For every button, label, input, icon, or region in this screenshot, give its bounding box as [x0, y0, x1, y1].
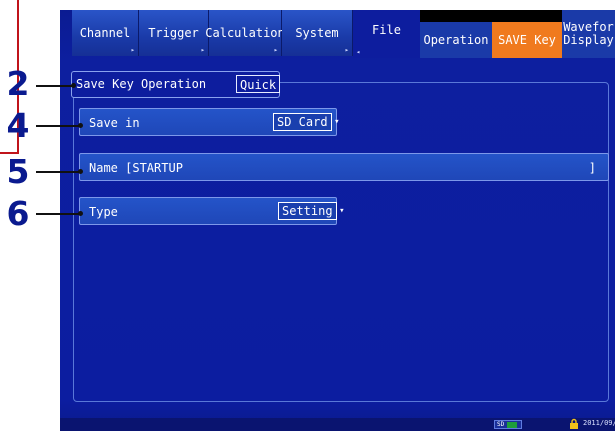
group-title: Save Key Operation [76, 77, 207, 91]
callout-number-6: 6 [6, 194, 30, 233]
subtab-waveform-display[interactable]: Wavefor Display [562, 10, 615, 58]
type-value: Setting [282, 204, 333, 218]
submenu-arrow-icon: ▸ [273, 46, 278, 54]
tab-channel-label: Channel [79, 26, 131, 40]
usb-icon [507, 422, 517, 428]
submenu-arrow-icon: ▸ [344, 46, 349, 54]
dropdown-arrow-icon: ▾ [334, 117, 340, 127]
save-in-label: Save in [89, 116, 140, 130]
tab-system[interactable]: System ▸ [282, 10, 353, 56]
callout-leader-2 [36, 85, 74, 87]
tab-system-label: System [295, 26, 339, 40]
top-strip [60, 0, 615, 10]
save-key-operation-header: Save Key Operation Quick [71, 71, 281, 98]
type-row: Type Setting ▾ [79, 197, 345, 225]
tab-file-label: File [372, 23, 401, 37]
callout-leader-dot [78, 169, 83, 174]
type-select[interactable]: Setting ▾ [278, 202, 345, 220]
callout-leader-dot [71, 83, 76, 88]
type-label: Type [89, 205, 118, 219]
subtab-save-key[interactable]: SAVE Key [492, 22, 562, 58]
submenu-arrow-left-icon: ◂ [356, 48, 361, 56]
key-lock-icon [570, 418, 578, 429]
name-end-bracket: ] [588, 161, 596, 175]
save-in-select[interactable]: SD Card ▾ [273, 113, 340, 131]
tab-trigger[interactable]: Trigger ▸ [139, 10, 209, 56]
sd-card-indicator: SD [494, 420, 522, 429]
callout-leader-5 [36, 171, 82, 173]
clock-date: 2011/09/ [583, 419, 615, 427]
callout-leader-dot [78, 123, 83, 128]
callout-number-5: 5 [6, 152, 30, 191]
submenu-arrow-icon: ▸ [200, 46, 205, 54]
save-in-row: Save in SD Card ▾ [79, 108, 340, 136]
tab-calculation[interactable]: Calculation ▸ [205, 10, 285, 56]
subtab-waveform-line2: Display [563, 33, 614, 47]
tab-channel[interactable]: Channel ▸ [72, 10, 139, 56]
sd-label: SD [497, 421, 505, 428]
tab-file[interactable]: File ◂ [353, 10, 420, 58]
status-bar [60, 418, 615, 431]
tab-calculation-label: Calculation [205, 26, 285, 40]
save-mode-button[interactable]: Quick [236, 75, 281, 93]
name-row[interactable]: Name [STARTUP ] [79, 153, 609, 181]
callout-number-4: 4 [6, 106, 30, 145]
subtab-operation-label: Operation [423, 32, 489, 47]
subtab-save-key-label: SAVE Key [498, 32, 556, 47]
save-in-value: SD Card [277, 115, 328, 129]
submenu-arrow-icon: ▸ [130, 46, 135, 54]
subtab-operation[interactable]: Operation [420, 22, 492, 58]
callout-leader-dot [78, 211, 83, 216]
name-label: Name [STARTUP [89, 161, 183, 175]
callout-leader-6 [36, 213, 82, 215]
callout-leader-4 [36, 125, 82, 127]
tab-trigger-label: Trigger [148, 26, 199, 40]
callout-number-2: 2 [6, 64, 30, 103]
dropdown-arrow-icon: ▾ [339, 206, 345, 216]
